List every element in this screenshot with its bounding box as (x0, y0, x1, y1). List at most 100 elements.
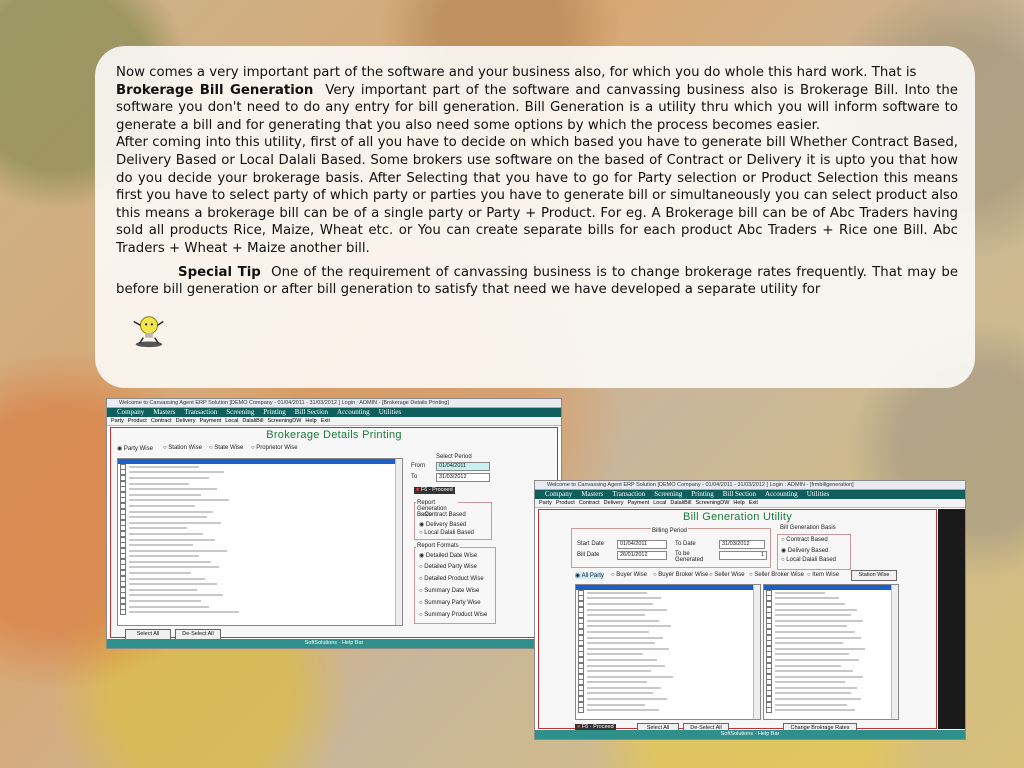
window-title: Welcome to Canvassing Agent ERP Solution… (107, 399, 561, 408)
start-date-label: Start Date (577, 541, 605, 547)
product-list[interactable] (763, 584, 899, 720)
help-bar: SoftSolutions - Help Bar (107, 639, 561, 648)
filter-buyer-broker-wise[interactable]: Buyer Broker Wise (653, 572, 708, 578)
form-area: Brokerage Details Printing Party Wise St… (110, 427, 558, 640)
toolbar-delivery[interactable]: Delivery (604, 500, 624, 506)
list-scrollbar[interactable] (395, 459, 402, 625)
format-detailed-product[interactable]: Detailed Product Wise (419, 576, 483, 582)
menu-printing[interactable]: Printing (691, 490, 714, 498)
toolbar-screening-dw[interactable]: ScreeningDW (267, 418, 301, 424)
menu-bill-section[interactable]: Bill Section (295, 408, 328, 416)
basis-contract[interactable]: Contract Based (419, 512, 465, 518)
menu-masters[interactable]: Masters (581, 490, 603, 498)
proceed-button[interactable]: ■ F6 - Proceed (414, 487, 455, 494)
toolbar-party[interactable]: Party (111, 418, 124, 424)
toolbar-delivery[interactable]: Delivery (176, 418, 196, 424)
to-date-field[interactable]: 31/03/2012 (436, 473, 490, 482)
menu-bar: Company Masters Transaction Screening Printi… (107, 408, 561, 417)
help-bar: SoftSolutions - Help Bar (535, 730, 965, 739)
intro-paragraph-1: Now comes a very important part of the s… (116, 65, 917, 80)
party-list[interactable] (117, 458, 403, 626)
filter-station-wise[interactable]: Station Wise (163, 445, 202, 451)
menu-printing[interactable]: Printing (263, 408, 286, 416)
toolbar-local[interactable]: Local (225, 418, 238, 424)
format-detailed-party[interactable]: Detailed Party Wise (419, 564, 477, 570)
toolbar-payment[interactable]: Payment (627, 500, 649, 506)
toolbar-help[interactable]: Help (305, 418, 316, 424)
tip-heading: Special Tip (178, 264, 261, 280)
toolbar-payment[interactable]: Payment (199, 418, 221, 424)
party-list[interactable] (575, 584, 761, 720)
filter-party-wise[interactable]: Party Wise (117, 445, 153, 452)
filter-item-wise[interactable]: Item Wise (807, 572, 839, 578)
menu-company[interactable]: Company (117, 408, 144, 416)
lightbulb-icon (133, 316, 164, 348)
menu-masters[interactable]: Masters (153, 408, 175, 416)
select-period-label: Select Period (436, 454, 472, 460)
filter-seller-wise[interactable]: Seller Wise (709, 572, 744, 578)
menu-accounting[interactable]: Accounting (765, 490, 798, 498)
toolbar: Party Product Contract Delivery Payment Local… (107, 417, 561, 426)
list-item[interactable] (576, 707, 760, 714)
form-heading: Bill Generation Utility (683, 511, 792, 523)
format-detailed-date[interactable]: Detailed Date Wise (419, 552, 477, 559)
toolbar-exit[interactable]: Exit (321, 418, 330, 424)
toolbar-party[interactable]: Party (539, 500, 552, 506)
to-date-field[interactable]: 31/03/2012 (719, 540, 765, 549)
toolbar-exit[interactable]: Exit (749, 500, 758, 506)
toolbar-contract[interactable]: Contract (151, 418, 172, 424)
list-scrollbar[interactable] (753, 585, 760, 719)
menu-screening[interactable]: Screening (654, 490, 682, 498)
filter-all-party[interactable]: All Party (575, 572, 604, 579)
bill-basis-label: Bill Generation Basis (779, 525, 837, 531)
billing-period-label: Billing Period (651, 528, 689, 534)
side-panel (938, 509, 965, 729)
menu-accounting[interactable]: Accounting (337, 408, 370, 416)
bill-date-field[interactable]: 26/01/2012 (617, 551, 667, 560)
to-be-generated-field[interactable]: 1 (719, 551, 767, 560)
list-scrollbar[interactable] (891, 585, 898, 719)
format-summary-date[interactable]: Summary Date Wise (419, 588, 479, 594)
basis-local-dalali[interactable]: Local Dalali Based (419, 530, 474, 536)
menu-utilities[interactable]: Utilities (807, 490, 830, 498)
toolbar-product[interactable]: Product (128, 418, 147, 424)
to-date-label: To Date (675, 541, 696, 547)
filter-proprietor-wise[interactable]: Proprietor Wise (251, 445, 297, 451)
intro-paragraph-3: After coming into this utility, first of… (116, 135, 958, 256)
basis-local-dalali[interactable]: Local Dalali Based (781, 557, 836, 563)
menu-utilities[interactable]: Utilities (379, 408, 402, 416)
report-formats-label: Report Formats (416, 543, 460, 549)
menu-transaction[interactable]: Transaction (184, 408, 217, 416)
basis-delivery[interactable]: Delivery Based (781, 547, 828, 554)
menu-company[interactable]: Company (545, 490, 572, 498)
toolbar: Party Product Contract Delivery Payment Local… (535, 499, 965, 508)
menu-screening[interactable]: Screening (226, 408, 254, 416)
bill-date-label: Bill Date (577, 552, 600, 558)
filter-buyer-wise[interactable]: Buyer Wise (611, 572, 647, 578)
list-item[interactable] (118, 609, 402, 616)
menu-transaction[interactable]: Transaction (612, 490, 645, 498)
toolbar-help[interactable]: Help (733, 500, 744, 506)
menu-bill-section[interactable]: Bill Section (723, 490, 756, 498)
station-wise-button[interactable]: Station Wise (851, 570, 897, 581)
toolbar-product[interactable]: Product (556, 500, 575, 506)
menu-bar: Company Masters Transaction Screening Printi… (535, 490, 965, 499)
basis-contract[interactable]: Contract Based (781, 537, 827, 543)
toolbar-dalali-bill[interactable]: DalaliBill (670, 500, 691, 506)
to-label: To (411, 474, 418, 480)
start-date-field[interactable]: 01/04/2011 (617, 540, 667, 549)
from-date-field[interactable]: 01/04/2011 (436, 462, 490, 471)
filter-state-wise[interactable]: State Wise (209, 445, 243, 451)
filter-seller-broker-wise[interactable]: Seller Broker Wise (749, 572, 804, 578)
basis-delivery[interactable]: Delivery Based (419, 521, 466, 528)
intro-paragraph-tip: Special Tip One of the requirement of ca… (116, 264, 958, 298)
intro-paragraph-2: Brokerage Bill Generation Very important… (116, 82, 958, 133)
toolbar-dalali-bill[interactable]: DalaliBill (242, 418, 263, 424)
toolbar-local[interactable]: Local (653, 500, 666, 506)
toolbar-screening-dw[interactable]: ScreeningDW (695, 500, 729, 506)
format-summary-product[interactable]: Summary Product Wise (419, 612, 487, 618)
brokerage-details-window: Welcome to Canvassing Agent ERP Solution… (106, 398, 562, 649)
toolbar-contract[interactable]: Contract (579, 500, 600, 506)
list-item[interactable] (764, 707, 898, 714)
format-summary-party[interactable]: Summary Party Wise (419, 600, 480, 606)
